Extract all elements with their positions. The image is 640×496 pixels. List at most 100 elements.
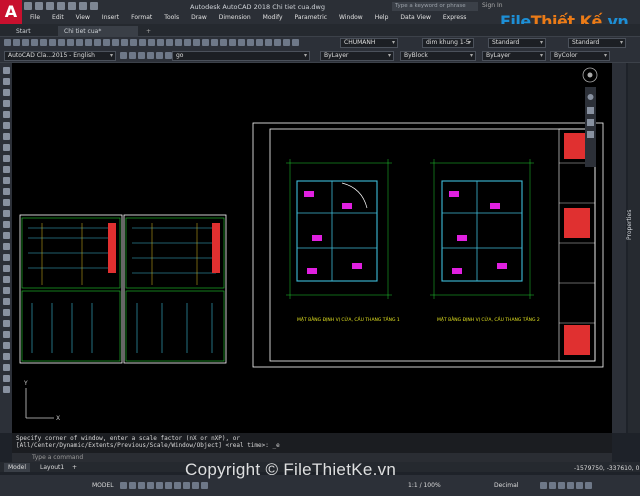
navigation-wheel-icon[interactable] [582,67,598,83]
current-layer-dropdown[interactable]: go [172,51,310,61]
point-icon[interactable] [2,199,10,206]
ortho-icon[interactable] [138,482,145,489]
tool-icon[interactable] [175,39,182,46]
properties-palette-strip[interactable] [628,63,640,433]
layer-icon[interactable] [165,52,172,59]
tool-icon[interactable] [130,39,137,46]
linetype-dropdown[interactable]: ByBlock [400,51,476,61]
tool-icon[interactable] [103,39,110,46]
tool-icon[interactable] [22,39,29,46]
color-dropdown[interactable]: ByLayer [320,51,394,61]
menu-tools[interactable]: Tools [158,12,185,23]
tool-icon[interactable] [94,39,101,46]
tool-icon[interactable] [265,39,272,46]
tool-icon[interactable] [112,39,119,46]
tab-start[interactable]: Start [10,26,37,37]
tool-icon[interactable] [256,39,263,46]
tool-icon[interactable] [2,276,10,283]
dimstyle-dropdown[interactable]: dim khung 1-5 [422,38,474,48]
tool-icon[interactable] [193,39,200,46]
mtext-icon[interactable] [2,254,10,261]
tool-icon[interactable] [76,39,83,46]
line-icon[interactable] [2,67,10,74]
customize-icon[interactable] [585,482,592,489]
tool-icon[interactable] [67,39,74,46]
circle-icon[interactable] [2,122,10,129]
tool-icon[interactable] [58,39,65,46]
rectangle-icon[interactable] [2,100,10,107]
tool-icon[interactable] [2,342,10,349]
tool-icon[interactable] [220,39,227,46]
spline-icon[interactable] [2,144,10,151]
make-block-icon[interactable] [2,188,10,195]
tool-icon[interactable] [148,39,155,46]
tab-add-layout[interactable]: + [68,463,81,472]
tool-icon[interactable] [2,375,10,382]
workspace-dropdown[interactable]: AutoCAD Cla...2015 - English [4,51,116,61]
textstyle-dropdown[interactable]: Standard [488,38,546,48]
tab-document[interactable]: Chi tiet cua* [58,26,138,37]
menu-insert[interactable]: Insert [96,12,125,23]
menu-edit[interactable]: Edit [46,12,70,23]
layer-dropdown[interactable]: CHUMANH [340,38,398,48]
annotation-icon[interactable] [201,482,208,489]
clean-screen-icon[interactable] [576,482,583,489]
tool-icon[interactable] [2,320,10,327]
tool-icon[interactable] [184,39,191,46]
menu-file[interactable]: File [24,12,46,23]
tool-icon[interactable] [121,39,128,46]
drawing-canvas[interactable]: MẶT BẰNG ĐỊNH VỊ CỬA, CẦU THANG TẦNG 1 M… [12,63,612,433]
lineweight-dropdown[interactable]: ByLayer [482,51,546,61]
tool-icon[interactable] [31,39,38,46]
workspace-icon[interactable] [540,482,547,489]
snap-icon[interactable] [129,482,136,489]
tool-icon[interactable] [13,39,20,46]
lock-icon[interactable] [549,482,556,489]
tool-icon[interactable] [2,386,10,393]
insert-block-icon[interactable] [2,177,10,184]
tool-icon[interactable] [238,39,245,46]
tool-icon[interactable] [202,39,209,46]
menu-dimension[interactable]: Dimension [213,12,257,23]
grid-icon[interactable] [120,482,127,489]
lineweight-icon[interactable] [174,482,181,489]
menu-window[interactable]: Window [333,12,369,23]
tool-icon[interactable] [247,39,254,46]
tool-icon[interactable] [274,39,281,46]
units-dropdown[interactable]: Decimal [494,482,518,489]
tool-icon[interactable] [139,39,146,46]
menu-data-view[interactable]: Data View [394,12,436,23]
annotation-scale[interactable]: 1:1 / 100% [408,482,441,489]
menu-view[interactable]: View [70,12,96,23]
autocad-logo-icon[interactable]: A [0,0,22,24]
tool-icon[interactable] [229,39,236,46]
otrack-icon[interactable] [165,482,172,489]
tool-icon[interactable] [85,39,92,46]
tab-model[interactable]: Model [4,463,31,472]
ellipse-arc-icon[interactable] [2,166,10,173]
menu-format[interactable]: Format [125,12,158,23]
selection-cycling-icon[interactable] [192,482,199,489]
tool-icon[interactable] [292,39,299,46]
ellipse-icon[interactable] [2,155,10,162]
undo-icon[interactable] [79,2,87,10]
cloud-icon[interactable] [2,133,10,140]
layer-icon[interactable] [147,52,154,59]
polyline-icon[interactable] [2,78,10,85]
menu-parametric[interactable]: Parametric [289,12,334,23]
tool-icon[interactable] [283,39,290,46]
save-as-icon[interactable] [57,2,65,10]
layer-icon[interactable] [129,52,136,59]
tool-icon[interactable] [4,39,11,46]
tool-icon[interactable] [40,39,47,46]
layer-icon[interactable] [156,52,163,59]
new-tab-button[interactable]: + [140,26,157,37]
transparency-icon[interactable] [183,482,190,489]
menu-help[interactable]: Help [369,12,395,23]
menu-draw[interactable]: Draw [185,12,213,23]
plot-icon[interactable] [68,2,76,10]
layer-icon[interactable] [138,52,145,59]
isolate-icon[interactable] [558,482,565,489]
menu-express[interactable]: Express [437,12,472,23]
sign-in-link[interactable]: Sign In [482,2,503,9]
